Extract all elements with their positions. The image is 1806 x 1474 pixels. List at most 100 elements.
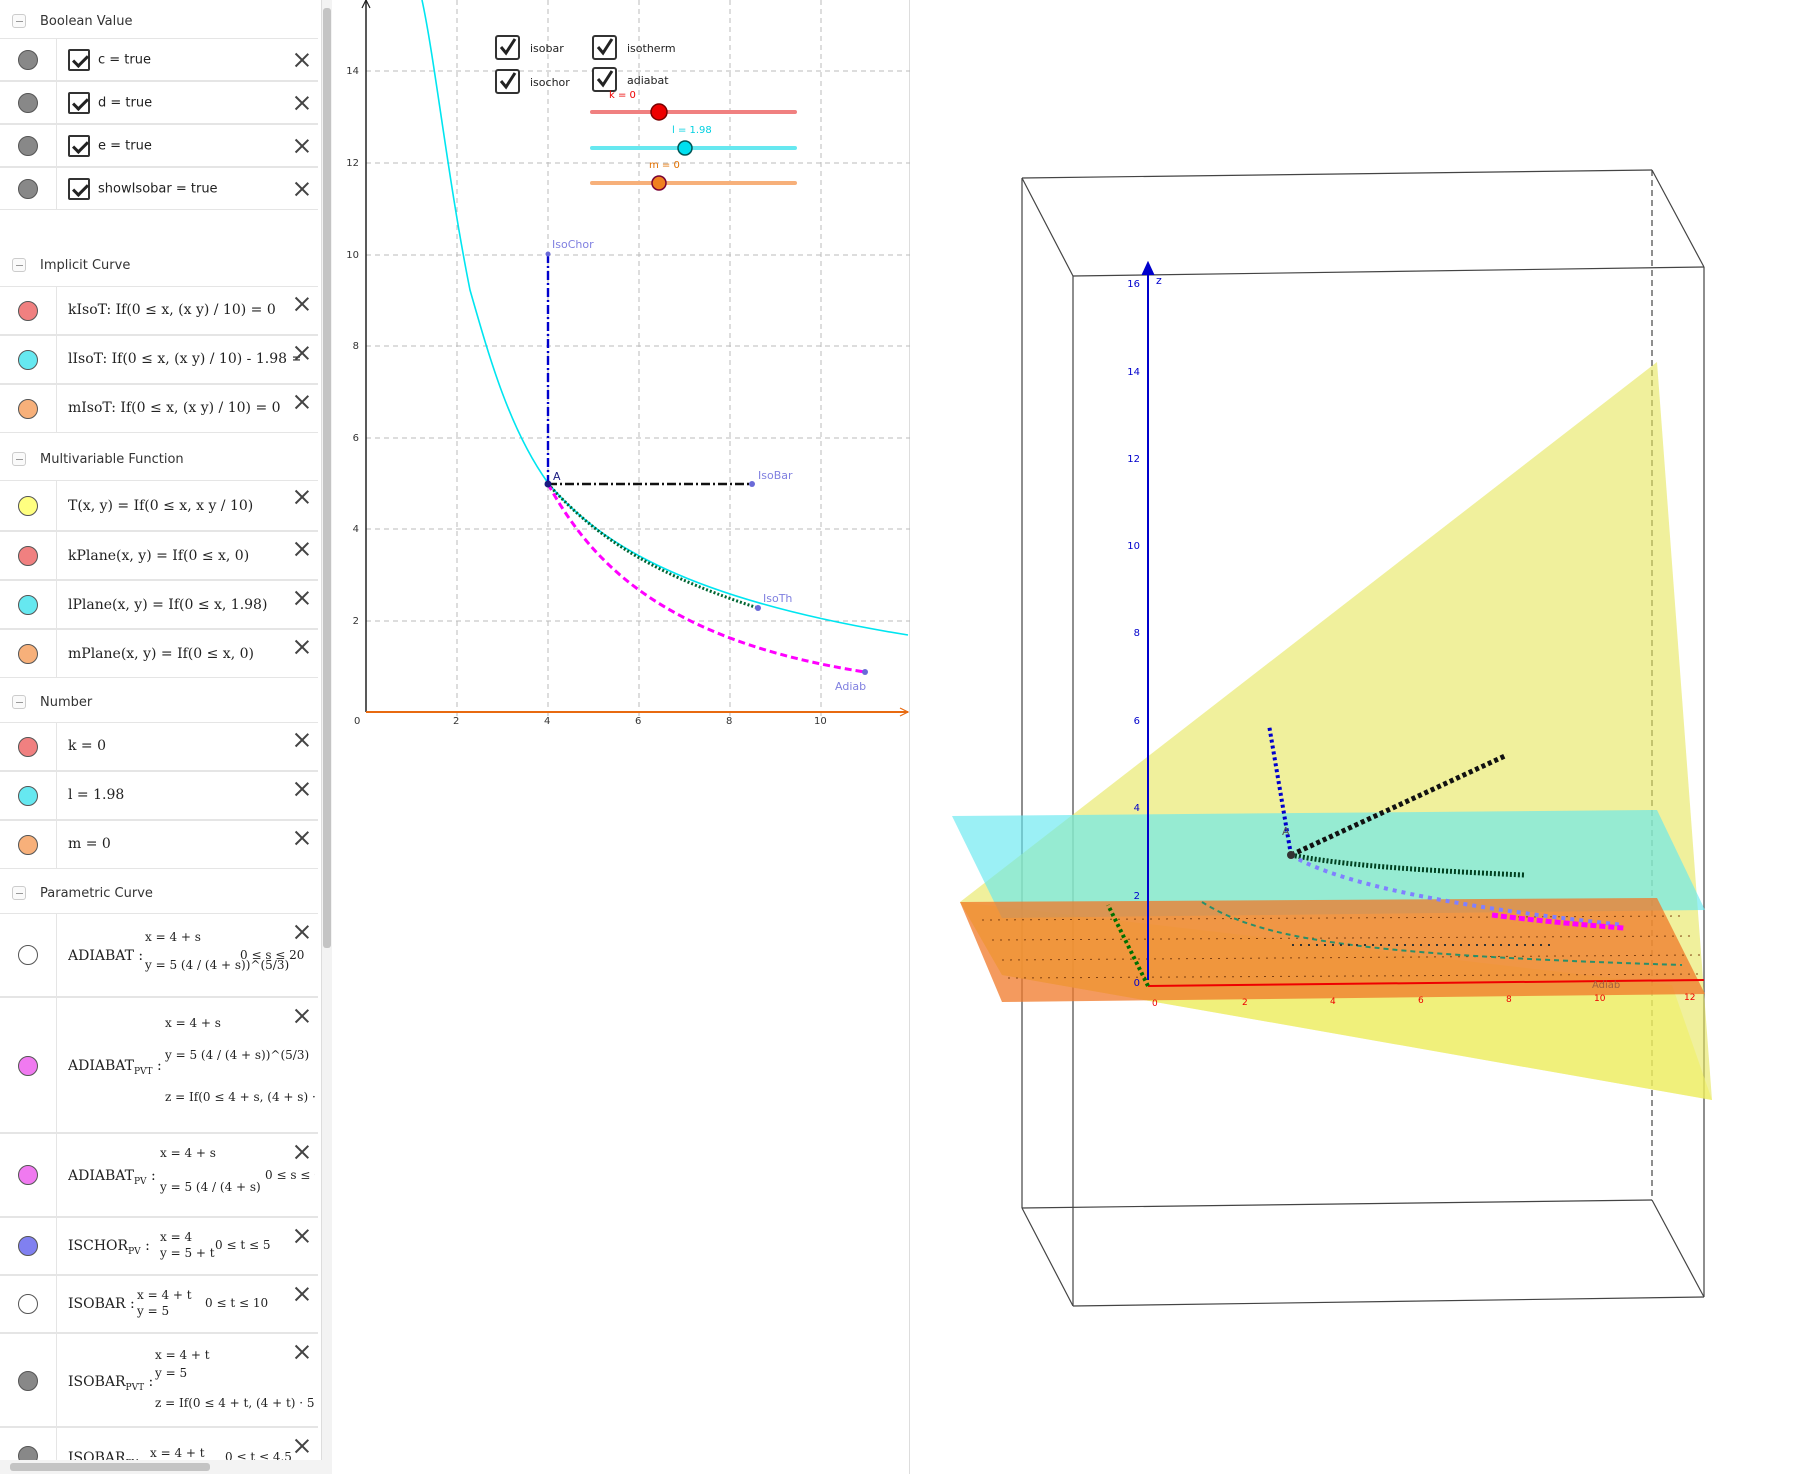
algebra-row-m[interactable]: m = 0: [0, 820, 318, 869]
delete-icon[interactable]: [294, 541, 310, 557]
delete-icon[interactable]: [294, 489, 310, 505]
collapse-icon[interactable]: [12, 695, 26, 709]
point-a[interactable]: [544, 480, 552, 488]
visibility-marble[interactable]: [18, 945, 38, 965]
collapse-icon[interactable]: [12, 258, 26, 272]
algebra-row-kplane[interactable]: kPlane(x, y) = If(0 ≤ x, 0): [0, 531, 318, 580]
delete-icon[interactable]: [294, 181, 310, 197]
visibility-marble[interactable]: [18, 50, 38, 70]
graphics-2d-canvas[interactable]: 0 2 4 6 8 10 2 4 6 8 10 12 14 IsoChor Is…: [340, 0, 910, 1474]
algebra-row-mplane[interactable]: mPlane(x, y) = If(0 ≤ x, 0): [0, 629, 318, 678]
visibility-marble[interactable]: [18, 179, 38, 199]
algebra-row-misot[interactable]: mIsoT: If(0 ≤ x, (x y) / 10) = 0: [0, 384, 318, 433]
visibility-marble[interactable]: [18, 350, 38, 370]
slider-m-handle[interactable]: [651, 175, 667, 191]
algebra-row-k[interactable]: k = 0: [0, 722, 318, 771]
visibility-marble[interactable]: [18, 1236, 38, 1256]
collapse-icon[interactable]: [12, 14, 26, 28]
visibility-marble[interactable]: [18, 595, 38, 615]
algebra-row-isobar[interactable]: ISOBAR : x = 4 + t y = 5 0 ≤ t ≤ 10: [0, 1275, 318, 1333]
checkbox-e[interactable]: [68, 135, 90, 157]
visibility-marble[interactable]: [18, 1294, 38, 1314]
algebra-row-isobar-pvt[interactable]: ISOBARPVT : x = 4 + t y = 5 z = If(0 ≤ 4…: [0, 1333, 318, 1427]
visibility-marble[interactable]: [18, 301, 38, 321]
algebra-row-kisot[interactable]: kIsoT: If(0 ≤ x, (x y) / 10) = 0: [0, 286, 318, 335]
group-header-implicit[interactable]: Implicit Curve: [0, 248, 318, 282]
algebra-row-ischor-pv[interactable]: ISCHORPV : x = 4 y = 5 + t 0 ≤ t ≤ 5: [0, 1217, 318, 1275]
scrollbar-thumb[interactable]: [323, 8, 331, 948]
scrollbar-thumb[interactable]: [10, 1463, 210, 1471]
collapse-icon[interactable]: [12, 452, 26, 466]
delete-icon[interactable]: [294, 830, 310, 846]
slider-l-handle[interactable]: [677, 140, 693, 156]
algebra-row-l[interactable]: l = 1.98: [0, 771, 318, 820]
checkbox-c[interactable]: [68, 49, 90, 71]
delete-icon[interactable]: [294, 1008, 310, 1024]
visibility-marble[interactable]: [18, 644, 38, 664]
algebra-row-lisot[interactable]: lIsoT: If(0 ≤ x, (x y) / 10) - 1.98 = 0: [0, 335, 318, 384]
point-a-label: A: [553, 470, 561, 483]
group-header-boolean[interactable]: Boolean Value: [0, 4, 318, 38]
graphics-3d-canvas[interactable]: z 16 14 12 10 8 6 4 2 0 0 2 4 6 8 10 12: [912, 0, 1806, 1474]
point-a-3d[interactable]: [1287, 851, 1295, 859]
algebra-row-e[interactable]: e = true: [0, 124, 318, 167]
delete-icon[interactable]: [294, 924, 310, 940]
group-header-number[interactable]: Number: [0, 685, 318, 719]
collapse-icon[interactable]: [12, 886, 26, 900]
delete-icon[interactable]: [294, 1228, 310, 1244]
delete-icon[interactable]: [294, 639, 310, 655]
visibility-marble[interactable]: [18, 136, 38, 156]
algebra-row-adiabat[interactable]: ADIABAT : x = 4 + s y = 5 (4 / (4 + s))^…: [0, 913, 318, 997]
z-tick: 2: [1134, 891, 1140, 902]
slider-k-handle[interactable]: [650, 103, 668, 121]
algebra-vertical-scrollbar[interactable]: [322, 0, 332, 1474]
visibility-marble[interactable]: [18, 786, 38, 806]
group-header-parametric[interactable]: Parametric Curve: [0, 876, 318, 910]
checkbox-isotherm[interactable]: isotherm: [592, 35, 676, 60]
visibility-marble[interactable]: [18, 1371, 38, 1391]
visibility-marble[interactable]: [18, 835, 38, 855]
visibility-marble[interactable]: [18, 1165, 38, 1185]
curve-line-2: y = 5 (4 / (4 + s))^(5/3): [165, 1048, 310, 1062]
delete-icon[interactable]: [294, 394, 310, 410]
checkbox-isobar[interactable]: isobar: [495, 35, 564, 60]
checkbox-d[interactable]: [68, 92, 90, 114]
delete-icon[interactable]: [294, 1438, 310, 1454]
visibility-marble[interactable]: [18, 737, 38, 757]
delete-icon[interactable]: [294, 52, 310, 68]
delete-icon[interactable]: [294, 732, 310, 748]
visibility-marble[interactable]: [18, 93, 38, 113]
visibility-marble[interactable]: [18, 1056, 38, 1076]
algebra-row-adiabat-pvt[interactable]: ADIABATPVT : x = 4 + s y = 5 (4 / (4 + s…: [0, 997, 318, 1133]
delete-icon[interactable]: [294, 781, 310, 797]
slider-k[interactable]: k = 0: [590, 90, 797, 121]
visibility-marble[interactable]: [18, 546, 38, 566]
group-header-multivar[interactable]: Multivariable Function: [0, 442, 318, 476]
algebra-row-adiabat-pv[interactable]: ADIABATPV : x = 4 + s y = 5 (4 / (4 + s)…: [0, 1133, 318, 1217]
z-tick: 8: [1134, 628, 1140, 639]
delete-icon[interactable]: [294, 1286, 310, 1302]
delete-icon[interactable]: [294, 138, 310, 154]
delete-icon[interactable]: [294, 95, 310, 111]
visibility-marble[interactable]: [18, 496, 38, 516]
delete-icon[interactable]: [294, 296, 310, 312]
slider-l[interactable]: l = 1.98: [590, 125, 797, 156]
algebra-row-c[interactable]: c = true: [0, 38, 318, 81]
graphics-view-3d[interactable]: z 16 14 12 10 8 6 4 2 0 0 2 4 6 8 10 12: [912, 0, 1806, 1474]
y-tick: 14: [346, 66, 359, 77]
visibility-marble[interactable]: [18, 399, 38, 419]
algebra-row-lplane[interactable]: lPlane(x, y) = If(0 ≤ x, 1.98): [0, 580, 318, 629]
slider-m[interactable]: m = 0: [590, 160, 797, 191]
algebra-row-d[interactable]: d = true: [0, 81, 318, 124]
checkbox-isochor[interactable]: isochor: [495, 69, 570, 94]
graphics-view-2d[interactable]: 0 2 4 6 8 10 2 4 6 8 10 12 14 IsoChor Is…: [340, 0, 910, 1474]
algebra-horizontal-scrollbar[interactable]: [0, 1460, 322, 1474]
algebra-row-t[interactable]: T(x, y) = If(0 ≤ x, x y / 10): [0, 480, 318, 531]
delete-icon[interactable]: [294, 345, 310, 361]
delete-icon[interactable]: [294, 590, 310, 606]
delete-icon[interactable]: [294, 1344, 310, 1360]
delete-icon[interactable]: [294, 1144, 310, 1160]
algebra-item-text: mPlane(x, y) = If(0 ≤ x, 0): [68, 646, 254, 662]
checkbox-showisobar[interactable]: [68, 178, 90, 200]
algebra-row-showisobar[interactable]: showIsobar = true: [0, 167, 318, 210]
